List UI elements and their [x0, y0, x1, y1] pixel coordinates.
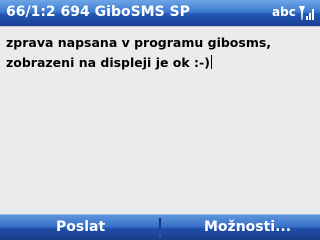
- send-softkey[interactable]: Poslat: [56, 219, 105, 235]
- message-text: zprava napsana v programu gibosms, zobra…: [6, 35, 272, 70]
- message-area: zprava napsana v programu gibosms, zobra…: [0, 26, 320, 215]
- message-text-input[interactable]: zprava napsana v programu gibosms, zobra…: [2, 29, 318, 211]
- title-bar: 66/1:2 694 GiboSMS SP abc: [0, 0, 320, 26]
- softkey-divider: [159, 218, 161, 238]
- text-caret: [210, 55, 212, 69]
- options-softkey[interactable]: Možnosti...: [204, 219, 291, 235]
- signal-strength-icon: [298, 3, 316, 23]
- softkey-bar: Poslat Možnosti...: [0, 214, 320, 240]
- input-mode-indicator[interactable]: abc: [272, 5, 296, 19]
- title-text: 66/1:2 694 GiboSMS SP: [6, 4, 190, 20]
